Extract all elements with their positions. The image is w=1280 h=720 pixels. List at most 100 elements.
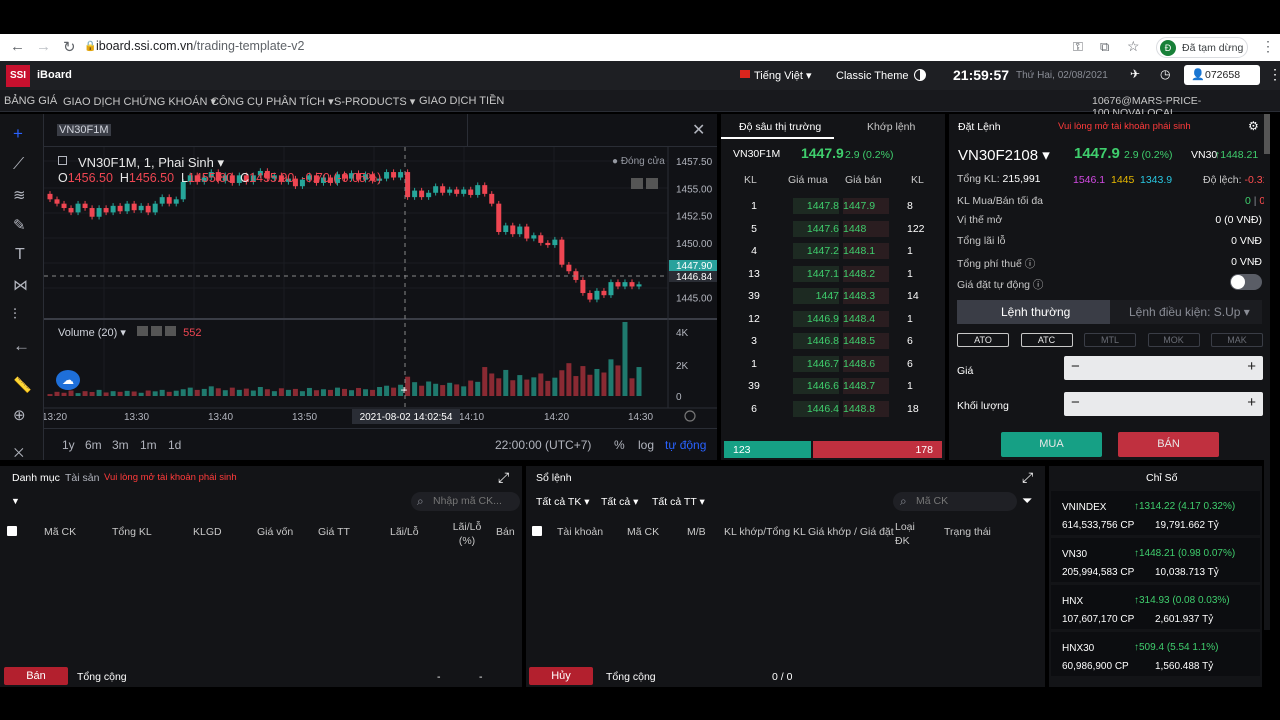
ob-ask-price[interactable]: 1448.5 (843, 333, 889, 349)
order-type-ato-button[interactable]: ATO (957, 333, 1009, 347)
auto-price-toggle[interactable] (1230, 274, 1262, 290)
ob-row[interactable]: 39 1447 1448.3 14 (721, 288, 945, 306)
translate-icon[interactable]: ⧉ (1100, 39, 1109, 55)
volume-bar[interactable] (222, 390, 228, 396)
text-icon[interactable]: T (15, 246, 25, 264)
portfolio-search[interactable]: ⌕ (411, 492, 520, 511)
volume-bar[interactable] (384, 385, 390, 396)
range-1m[interactable]: 1m (140, 438, 157, 452)
candle[interactable] (152, 203, 158, 213)
select-all-checkbox[interactable] (7, 526, 17, 536)
volume-bar[interactable] (636, 367, 642, 396)
tab-portfolio[interactable]: Danh mục (12, 472, 60, 484)
ob-ask-price[interactable]: 1448 (843, 220, 889, 237)
filter-account[interactable]: Tất cả TK ▾ (536, 496, 590, 508)
cancel-all-button[interactable]: Hủy (529, 667, 593, 685)
ob-bid-price[interactable]: 1446.8 (793, 333, 839, 349)
volume-bar[interactable] (559, 370, 565, 396)
profile-chip[interactable]: Đ Đã tạm dừng (1156, 37, 1248, 58)
volume-bar[interactable] (124, 390, 130, 396)
volume-bar[interactable] (363, 389, 369, 396)
volume-bar[interactable] (278, 388, 284, 396)
volume-bar[interactable] (489, 373, 495, 396)
magnet-icon[interactable]: ⨉ (14, 446, 24, 461)
order-type-mtl-button[interactable]: MTL (1084, 333, 1136, 347)
fib-icon[interactable]: ≋ (13, 186, 26, 204)
ob-row[interactable]: 3 1446.8 1448.5 6 (721, 333, 945, 351)
candle[interactable] (103, 208, 109, 213)
tab-matched[interactable]: Khớp lệnh (867, 121, 915, 133)
volume-bar[interactable] (152, 391, 158, 396)
index-card[interactable]: VNINDEX ↑1314.22 (4.17 0.32%) 614,533,75… (1051, 491, 1260, 535)
volume-bar[interactable] (138, 392, 144, 396)
candle[interactable] (594, 290, 600, 300)
key-icon[interactable]: ⚿ (1073, 39, 1083, 55)
pattern-icon[interactable]: ⋈ (13, 276, 28, 294)
index-card[interactable]: HNX30 ↑509.4 (5.54 1.1%) 60,986,900 CP 1… (1051, 632, 1260, 676)
volume-bar[interactable] (419, 385, 425, 396)
volume-bar[interactable] (306, 387, 312, 396)
candle[interactable] (96, 208, 102, 217)
theme-toggle-icon[interactable] (914, 69, 926, 81)
trendline-icon[interactable]: ⟋ (13, 156, 24, 174)
orders-expand-icon[interactable]: ⤢ (1022, 469, 1033, 486)
history-icon[interactable]: ◷ (1160, 67, 1170, 81)
volume-bar[interactable] (566, 363, 572, 396)
tab-conditional-order[interactable]: Lệnh điều kiện: S.Up ▾ (1110, 300, 1262, 324)
volume-bar[interactable] (356, 387, 362, 396)
chart-option-icon[interactable] (646, 178, 658, 189)
forward-icon[interactable]: → (36, 38, 51, 55)
volume-bar[interactable] (313, 390, 319, 396)
prediction-icon[interactable]: ⫶ (13, 306, 17, 323)
volume-bar[interactable] (215, 388, 221, 396)
ob-bid-price[interactable]: 1446.4 (793, 400, 839, 417)
candle[interactable] (559, 239, 565, 265)
volume-bar[interactable] (433, 383, 439, 396)
ob-row[interactable]: 12 1446.9 1448.4 1 (721, 310, 945, 329)
ob-row[interactable]: 6 1446.4 1448.8 18 (721, 400, 945, 419)
ob-bid-price[interactable]: 1446.6 (793, 378, 839, 394)
ob-ask-price[interactable]: 1448.4 (843, 310, 889, 327)
candle[interactable] (173, 199, 179, 204)
volume-bar[interactable] (201, 388, 207, 396)
candle[interactable] (503, 225, 509, 232)
candle[interactable] (622, 282, 628, 287)
candle[interactable] (124, 203, 130, 212)
volume-bar[interactable] (320, 389, 326, 396)
volume-bar[interactable] (426, 381, 432, 396)
volume-bar[interactable] (103, 392, 109, 396)
zoom-icon[interactable]: ⊕ (13, 406, 26, 424)
candle[interactable] (629, 282, 635, 287)
volume-bar[interactable] (285, 389, 291, 396)
sell-button[interactable]: BÁN (1118, 432, 1219, 457)
reload-icon[interactable]: ↻ (63, 38, 76, 56)
ob-bid-price[interactable]: 1446.9 (793, 310, 839, 327)
ob-ask-price[interactable]: 1448.3 (843, 288, 889, 304)
candle[interactable] (545, 242, 551, 246)
tab-normal-order[interactable]: Lệnh thường (957, 300, 1110, 324)
volume-bar[interactable] (68, 390, 74, 396)
volume-bar[interactable] (194, 389, 200, 396)
page-scrollbar[interactable] (1264, 114, 1270, 630)
price-plus-button[interactable]: + (1247, 358, 1256, 375)
qty-plus-button[interactable]: + (1247, 394, 1256, 411)
chart-option-icon[interactable] (631, 178, 643, 189)
volume-settings-icon[interactable] (151, 326, 163, 336)
account-selector[interactable]: 👤 072658 (1184, 65, 1260, 85)
ob-row[interactable]: 13 1447.1 1448.2 1 (721, 265, 945, 284)
portfolio-search-input[interactable] (433, 495, 515, 507)
volume-bar[interactable] (159, 389, 165, 396)
candle[interactable] (524, 226, 530, 239)
volume-bar[interactable] (447, 382, 453, 396)
auto-toggle[interactable]: tự động (665, 438, 706, 452)
volume-bar[interactable] (552, 377, 558, 396)
volume-bar[interactable] (391, 387, 397, 396)
candle[interactable] (601, 290, 607, 296)
volume-bar[interactable] (468, 380, 474, 396)
range-1y[interactable]: 1y (62, 438, 75, 452)
percent-toggle[interactable]: % (614, 438, 625, 452)
volume-bar[interactable] (187, 387, 193, 396)
volume-bar[interactable] (271, 391, 277, 396)
fee-info-icon[interactable]: ⓘ (1025, 258, 1036, 270)
volume-bar[interactable] (89, 391, 95, 396)
